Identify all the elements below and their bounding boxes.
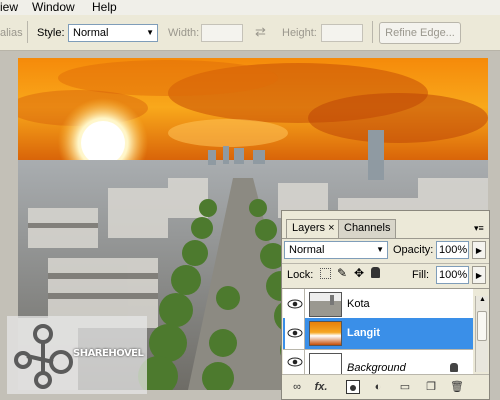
lock-all-icon[interactable] <box>371 267 380 278</box>
chevron-down-icon: ▼ <box>376 245 384 254</box>
layer-name: Background <box>347 362 406 374</box>
new-layer-icon[interactable]: ❐ <box>424 380 438 394</box>
opacity-value: 100% <box>439 244 468 256</box>
tab-channels-label: Channels <box>344 222 391 234</box>
opacity-label: Opacity: <box>393 244 434 256</box>
fx-icon[interactable]: fx. <box>314 380 328 394</box>
options-bar: alias Style: Normal ▼ Width: ⇄ Height: R… <box>0 15 500 51</box>
lock-icon <box>450 363 458 372</box>
layer-name: Kota <box>347 298 370 310</box>
menu-window[interactable]: Window <box>32 0 75 14</box>
eye-icon[interactable] <box>285 350 305 374</box>
layer-name: Langit <box>347 327 380 339</box>
link-icon[interactable]: ∞ <box>290 380 304 394</box>
layers-panel: Layers × Channels ▾≡ Normal ▼ Opacity: 1… <box>281 210 490 400</box>
blend-mode-dropdown[interactable]: Normal ▼ <box>284 241 388 259</box>
height-input[interactable] <box>321 24 363 42</box>
width-label: Width: <box>168 27 200 39</box>
menu-view[interactable]: iew <box>0 0 18 14</box>
width-input[interactable] <box>201 24 243 42</box>
lock-transparency-icon[interactable] <box>320 268 331 279</box>
watermark-logo: SHAREHOVEL <box>7 316 147 394</box>
blend-mode-value: Normal <box>289 244 325 256</box>
menu-help[interactable]: Help <box>92 0 117 14</box>
divider <box>282 263 489 264</box>
layer-thumbnail-background <box>309 353 342 375</box>
divider <box>372 21 373 43</box>
fill-value: 100% <box>439 269 468 281</box>
tab-channels[interactable]: Channels <box>338 219 397 238</box>
fill-label: Fill: <box>412 269 430 281</box>
layer-row-langit[interactable]: Langit <box>283 318 473 350</box>
tab-layers-label: Layers <box>292 222 326 234</box>
style-label: Style: <box>37 27 65 39</box>
lock-position-icon[interactable]: ✥ <box>354 266 364 280</box>
layer-thumbnail-kota <box>309 292 342 317</box>
layers-scrollbar[interactable]: ▲ <box>475 296 488 372</box>
layer-thumbnail-langit <box>309 321 342 346</box>
opacity-arrow-icon[interactable]: ▶ <box>472 241 486 259</box>
divider <box>27 21 28 43</box>
height-label: Height: <box>282 27 317 39</box>
panel-menu-icon[interactable]: ▾≡ <box>474 223 484 234</box>
swap-icon[interactable]: ⇄ <box>255 24 266 40</box>
layer-row-kota[interactable]: Kota <box>283 289 473 321</box>
adjustment-icon[interactable]: ◐ <box>371 380 385 394</box>
tab-layers[interactable]: Layers × <box>286 219 341 238</box>
lock-paint-icon[interactable]: ✎ <box>337 266 347 280</box>
scrollbar-thumb[interactable] <box>477 311 487 341</box>
style-value: Normal <box>73 27 109 39</box>
eye-icon[interactable] <box>285 318 305 349</box>
eye-icon[interactable] <box>285 289 305 320</box>
divider <box>282 238 489 239</box>
scroll-up-icon[interactable]: ▲ <box>477 296 488 308</box>
layer-row-background[interactable]: Background <box>283 350 473 375</box>
watermark-text: SHAREHOVEL <box>73 348 144 359</box>
chevron-down-icon: ▼ <box>146 28 154 37</box>
trash-icon[interactable]: 🗑 <box>450 380 464 394</box>
mask-icon[interactable] <box>346 380 360 394</box>
share-icon <box>14 324 73 389</box>
anti-alias-label: alias <box>0 27 23 39</box>
style-dropdown[interactable]: Normal ▼ <box>68 24 158 42</box>
fill-arrow-icon[interactable]: ▶ <box>472 266 486 284</box>
close-icon[interactable]: × <box>328 222 334 234</box>
fill-input[interactable]: 100% <box>436 266 469 284</box>
group-icon[interactable]: ▭ <box>398 380 412 394</box>
opacity-input[interactable]: 100% <box>436 241 469 259</box>
lock-label: Lock: <box>287 269 314 281</box>
refine-edge-button[interactable]: Refine Edge... <box>379 22 461 44</box>
menu-bar: iew Window Help <box>0 0 500 15</box>
layers-footer: ∞ fx. ◐ ▭ ❐ 🗑 <box>282 374 489 399</box>
